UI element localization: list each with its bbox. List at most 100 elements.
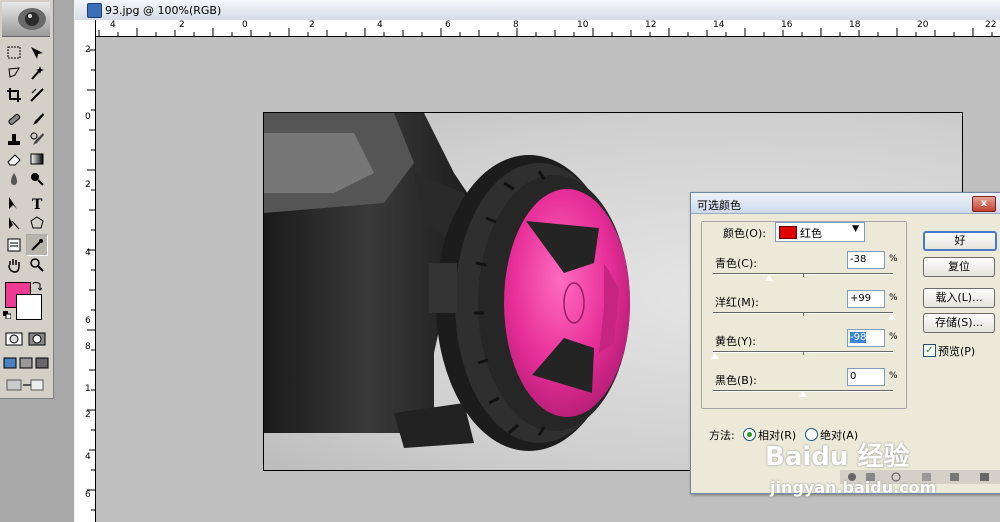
- path-selection-tool-icon[interactable]: [3, 192, 25, 214]
- move-tool-icon[interactable]: [26, 42, 48, 64]
- magenta-slider-thumb[interactable]: [887, 313, 898, 321]
- black-slider-thumb[interactable]: [798, 390, 808, 398]
- swap-colors-icon[interactable]: [32, 281, 43, 291]
- ruler-label: 8: [85, 342, 91, 352]
- ruler-label: 6: [445, 20, 451, 30]
- ruler-label: 1: [85, 384, 91, 394]
- red-swatch: [779, 226, 797, 239]
- cyan-slider-thumb[interactable]: [763, 274, 774, 282]
- ruler-label: 8: [513, 20, 519, 30]
- ruler-label: 18: [849, 20, 861, 30]
- photoshop-eye-logo-icon[interactable]: [2, 2, 50, 37]
- jump-to-imageready-icon[interactable]: [3, 374, 47, 396]
- ruler-label: 10: [577, 20, 589, 30]
- brush-tool-icon[interactable]: [26, 108, 48, 130]
- vertical-ruler[interactable]: 2 0 2 4 6 8 1 2 4 6: [75, 20, 96, 522]
- gradient-tool-icon[interactable]: [26, 148, 48, 170]
- ruler-label: 2: [179, 20, 185, 30]
- default-colors-icon[interactable]: [3, 309, 12, 320]
- toolbox-panel: T: [0, 0, 54, 399]
- ruler-label: 0: [85, 112, 91, 122]
- ruler-label: 2: [85, 45, 91, 55]
- black-percent: %: [889, 371, 898, 381]
- quick-mask-mode-icon[interactable]: [26, 328, 48, 350]
- ruler-label: 22: [985, 20, 997, 30]
- pen-tool-icon[interactable]: [3, 212, 25, 234]
- clone-stamp-tool-icon[interactable]: [3, 128, 25, 150]
- yellow-label: 黄色(Y):: [715, 335, 757, 348]
- preview-checkbox[interactable]: ✓: [923, 344, 936, 357]
- yellow-percent: %: [889, 332, 898, 342]
- ruler-label: 6: [85, 316, 91, 326]
- standard-screen-mode-icon[interactable]: [2, 352, 18, 374]
- dodge-tool-icon[interactable]: [26, 168, 48, 190]
- colors-label: 颜色(O):: [723, 227, 766, 240]
- ruler-label: 16: [781, 20, 793, 30]
- black-value-input[interactable]: 0: [847, 368, 885, 386]
- preview-label: 预览(P): [938, 345, 976, 358]
- crop-tool-icon[interactable]: [3, 84, 25, 106]
- lasso-tool-icon[interactable]: [3, 62, 25, 84]
- eyedropper-tool-icon[interactable]: [26, 234, 48, 256]
- shape-tool-icon[interactable]: [26, 212, 48, 234]
- full-screen-mode-icon[interactable]: [34, 352, 50, 374]
- dialog-close-button[interactable]: x: [972, 196, 996, 212]
- yellow-slider-thumb[interactable]: [709, 352, 720, 360]
- workspace-gutter: [54, 0, 74, 522]
- ok-button[interactable]: 好: [923, 231, 997, 251]
- marquee-tool-icon[interactable]: [3, 42, 25, 64]
- slice-tool-icon[interactable]: [26, 84, 48, 106]
- reset-button[interactable]: 复位: [923, 257, 995, 277]
- cyan-value-input[interactable]: -38: [847, 251, 885, 269]
- ruler-label: 4: [85, 248, 91, 258]
- black-label: 黑色(B):: [715, 374, 757, 387]
- magenta-value-input[interactable]: +99: [847, 290, 885, 308]
- cyan-percent: %: [889, 254, 898, 264]
- ruler-label: 2: [85, 180, 91, 190]
- ruler-label: 4: [377, 20, 383, 30]
- ruler-label: 2: [309, 20, 315, 30]
- zoom-tool-icon[interactable]: [26, 254, 48, 276]
- ruler-label: 4: [85, 452, 91, 462]
- blur-tool-icon[interactable]: [3, 168, 25, 190]
- ruler-label: 0: [242, 20, 248, 30]
- colors-select-value: 红色: [800, 227, 822, 240]
- magenta-label: 洋红(M):: [715, 296, 759, 309]
- svg-text:T: T: [32, 197, 43, 211]
- load-button[interactable]: 载入(L)...: [923, 288, 995, 308]
- slider-center-tick: [803, 352, 804, 355]
- notes-tool-icon[interactable]: [3, 234, 25, 256]
- horizontal-ruler[interactable]: 4 2 0 2 4 6 8 10 12 14 16 18 20 22: [95, 20, 1000, 37]
- save-button[interactable]: 存储(S)...: [923, 313, 995, 333]
- baidu-watermark-url: jingyan.baidu.com: [770, 478, 937, 497]
- healing-brush-tool-icon[interactable]: [3, 108, 25, 130]
- magic-wand-tool-icon[interactable]: [26, 62, 48, 84]
- cyan-label: 青色(C):: [715, 257, 757, 270]
- ruler-label: 14: [713, 20, 725, 30]
- dialog-title-bar[interactable]: 可选颜色 x: [691, 193, 1000, 214]
- hand-tool-icon[interactable]: [3, 254, 25, 276]
- relative-radio[interactable]: [743, 428, 756, 441]
- eraser-tool-icon[interactable]: [3, 148, 25, 170]
- ruler-label: 12: [645, 20, 657, 30]
- slider-center-tick: [803, 274, 804, 277]
- full-screen-menu-mode-icon[interactable]: [18, 352, 34, 374]
- dialog-title: 可选颜色: [697, 199, 741, 212]
- colors-select[interactable]: 红色 ▼: [775, 222, 865, 242]
- ruler-label: 20: [917, 20, 929, 30]
- history-brush-tool-icon[interactable]: [26, 128, 48, 150]
- type-tool-icon[interactable]: T: [26, 192, 48, 214]
- document-title: 93.jpg @ 100%(RGB): [105, 4, 222, 17]
- document-icon: [87, 3, 102, 18]
- method-label: 方法:: [709, 429, 735, 442]
- baidu-watermark-logo: Baidu 经验: [765, 442, 910, 472]
- standard-mode-icon[interactable]: [3, 328, 25, 350]
- magenta-percent: %: [889, 293, 898, 303]
- background-color-swatch[interactable]: [16, 294, 42, 320]
- slider-center-tick: [803, 313, 804, 316]
- document-title-bar[interactable]: 93.jpg @ 100%(RGB): [75, 0, 1000, 21]
- yellow-value-input[interactable]: -98: [847, 329, 885, 347]
- chevron-down-icon: ▼: [852, 224, 859, 234]
- ruler-label: 6: [85, 490, 91, 500]
- ruler-label: 2: [85, 410, 91, 420]
